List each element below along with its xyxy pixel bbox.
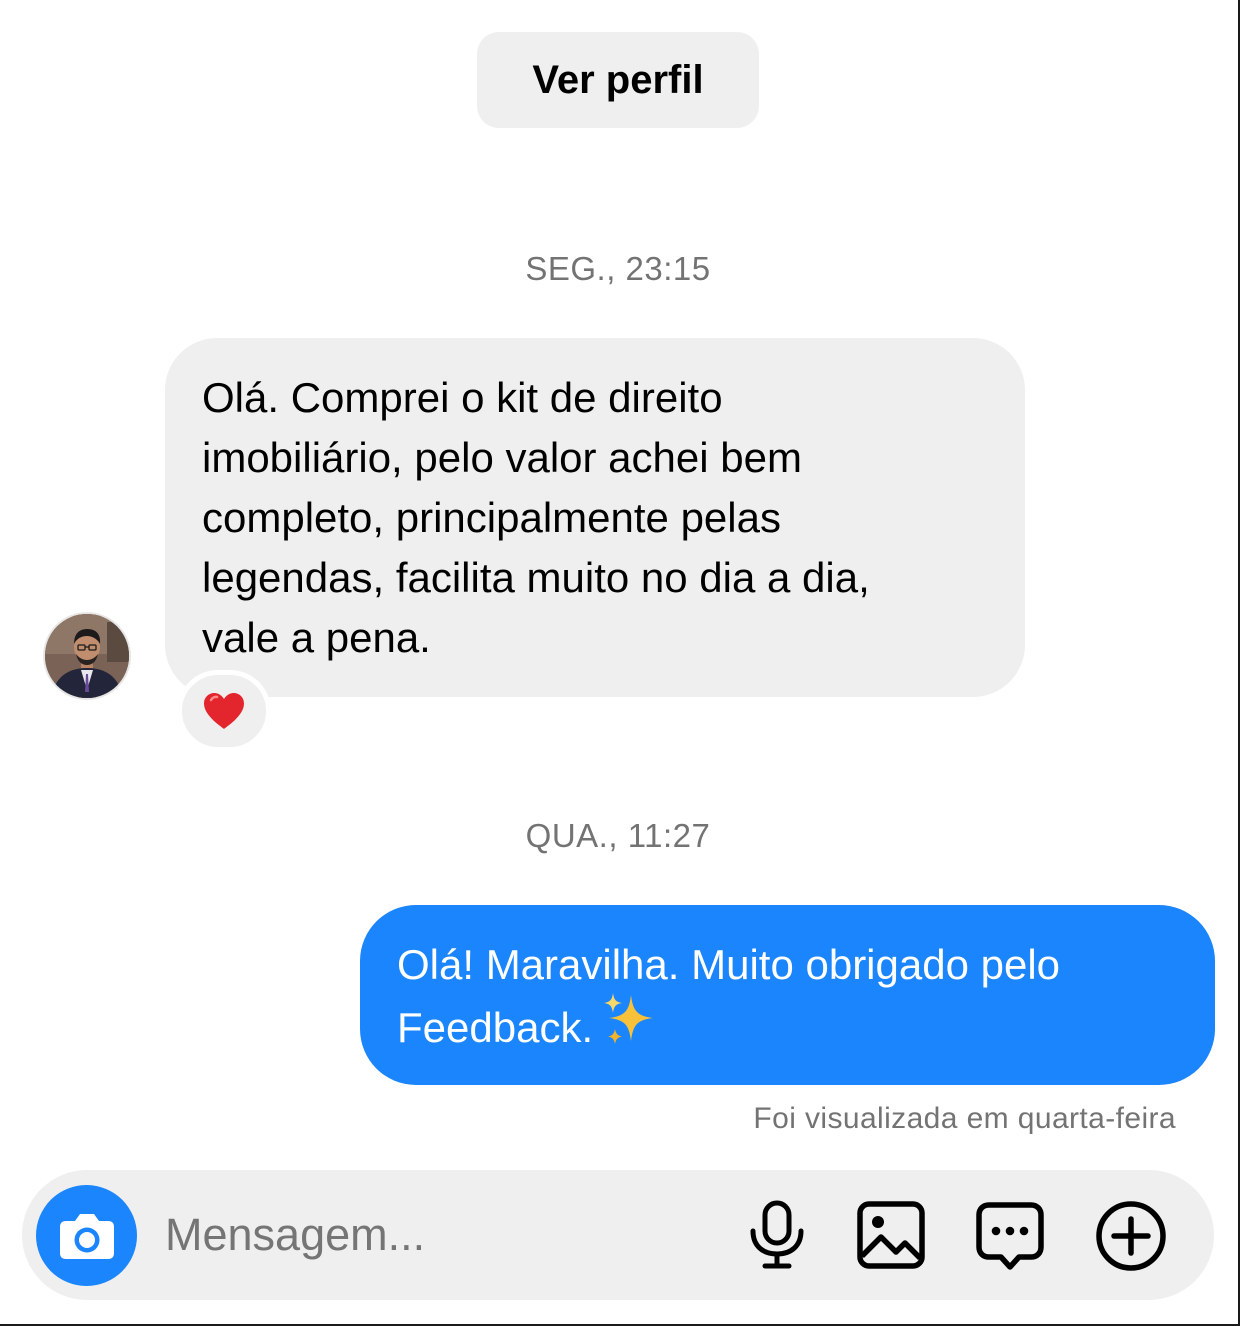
microphone-icon (750, 1200, 804, 1269)
outgoing-message-bubble[interactable]: Olá! Maravilha. Muito obrigado pelo Feed… (360, 905, 1215, 1085)
camera-icon (59, 1213, 114, 1259)
microphone-button[interactable] (748, 1200, 806, 1270)
message-text-line: imobiliário, pelo valor achei bem (202, 434, 802, 481)
message-text-line: Olá! Maravilha. Muito obrigado pelo (397, 941, 1061, 988)
add-more-button[interactable] (1095, 1200, 1167, 1272)
gallery-button[interactable] (856, 1200, 926, 1270)
message-text: Feedback. (397, 1004, 594, 1052)
sparkles-icon (601, 991, 661, 1063)
heart-icon (204, 693, 244, 729)
heart-reaction[interactable] (177, 670, 271, 752)
camera-button[interactable] (36, 1185, 137, 1286)
avatar-image (45, 614, 129, 698)
sticker-chat-button[interactable] (975, 1200, 1045, 1272)
view-profile-button[interactable]: Ver perfil (477, 32, 759, 128)
plus-circle-icon (1096, 1201, 1166, 1271)
incoming-message-bubble[interactable]: Olá. Comprei o kit de direito imobiliári… (165, 338, 1025, 697)
message-timestamp: SEG., 23:15 (525, 250, 711, 287)
message-text-line: vale a pena. (202, 614, 431, 661)
message-text-line-with-emoji: Feedback. (397, 993, 1185, 1067)
avatar[interactable] (45, 614, 129, 698)
message-text-line: legendas, facilita muito no dia a dia, (202, 554, 870, 601)
image-icon (857, 1201, 925, 1269)
message-text-line: completo, principalmente pelas (202, 494, 781, 541)
seen-status: Foi visualizada em quarta-feira (753, 1102, 1176, 1135)
message-input[interactable] (165, 1200, 725, 1270)
chat-bubble-icon (976, 1202, 1044, 1270)
message-timestamp: QUA., 11:27 (525, 817, 711, 854)
message-text-line: Olá. Comprei o kit de direito (202, 374, 723, 421)
